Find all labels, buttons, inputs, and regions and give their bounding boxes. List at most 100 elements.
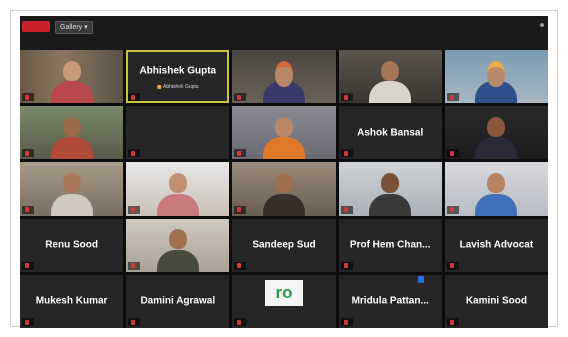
participant-tile[interactable]	[232, 106, 336, 160]
participant-name-tag	[234, 149, 247, 158]
participant-video	[126, 162, 230, 216]
participant-video	[20, 106, 124, 160]
participant-tile[interactable]: Prof Hem Chan...	[338, 218, 442, 272]
mic-off-icon	[131, 207, 136, 213]
participant-tile[interactable]: ro	[232, 274, 336, 328]
participant-display-name: Abhishek Gupta	[139, 65, 217, 77]
participant-tile[interactable]	[444, 162, 548, 216]
more-dots-icon[interactable]	[540, 23, 544, 27]
participant-tile[interactable]: Damini Agrawal	[126, 274, 230, 328]
participant-video	[338, 162, 442, 216]
participant-name-tag	[234, 261, 247, 270]
mic-off-icon	[449, 150, 454, 156]
participant-display-name: Prof Hem Chan...	[349, 239, 431, 251]
participant-name-tag	[340, 149, 353, 158]
participant-name-tag	[446, 149, 459, 158]
participant-video	[338, 50, 442, 104]
participant-name-tag	[340, 261, 353, 270]
mic-off-icon	[237, 94, 242, 100]
participant-tile[interactable]: Kamini Sood	[444, 274, 548, 328]
participant-tile[interactable]	[444, 106, 548, 160]
participant-name-tag	[128, 149, 141, 158]
participant-tile[interactable]	[232, 162, 336, 216]
participant-video	[232, 106, 336, 160]
view-switch-button[interactable]: Gallery ▾	[55, 21, 93, 34]
participant-name-tag	[22, 318, 34, 326]
participant-name-tag	[446, 205, 459, 214]
participant-name-tag	[340, 93, 353, 102]
participant-tile[interactable]: Abhishek Gupta Abhishek Gupta	[126, 50, 230, 104]
participant-name-tag	[340, 205, 353, 214]
participant-name-tag	[128, 261, 141, 270]
participant-tile[interactable]	[232, 50, 336, 104]
mic-off-icon	[25, 94, 29, 100]
zoom-meeting-window: Gallery ▾ Abhishek Gupta Abhishek Gupta As…	[20, 16, 548, 328]
participant-subtitle-text: Abhishek Gupta	[162, 84, 199, 91]
mic-off-icon	[131, 94, 136, 100]
mic-off-icon	[237, 319, 242, 325]
participant-display-name: Mridula Pattan...	[351, 295, 429, 307]
mic-off-icon	[237, 207, 242, 213]
participant-tile[interactable]: Lavish Advocat	[444, 218, 548, 272]
mic-off-icon	[343, 207, 348, 213]
recording-badge	[22, 21, 50, 32]
participant-tile[interactable]: Mukesh Kumar	[20, 274, 124, 328]
mic-off-icon	[25, 207, 29, 213]
mic-off-icon	[25, 150, 29, 156]
mic-off-icon	[343, 319, 348, 325]
participant-display-name: Mukesh Kumar	[35, 295, 108, 307]
mic-off-icon	[131, 319, 136, 325]
participant-tile[interactable]	[20, 106, 124, 160]
participant-subtitle: Abhishek Gupta	[156, 84, 199, 91]
participant-tile[interactable]: Mridula Pattan...	[338, 274, 442, 328]
ro-logo: ro	[264, 280, 303, 307]
participant-video	[126, 218, 230, 272]
participant-tile[interactable]	[126, 162, 230, 216]
participant-display-name: Sandeep Sud	[252, 239, 316, 251]
mic-off-icon	[343, 150, 348, 156]
participant-tile[interactable]	[126, 106, 230, 160]
participant-tile[interactable]: Renu Sood	[20, 218, 124, 272]
participant-name-tag	[128, 93, 141, 102]
gallery-grid: Abhishek Gupta Abhishek Gupta Ashok Bansal…	[20, 50, 548, 328]
mic-off-icon	[449, 263, 454, 269]
mic-off-icon	[237, 263, 242, 269]
participant-tile[interactable]	[20, 50, 124, 104]
participant-tile[interactable]	[444, 50, 548, 104]
participant-name-tag	[234, 318, 247, 326]
participant-display-name: Damini Agrawal	[140, 295, 216, 307]
participant-display-name: Renu Sood	[45, 239, 98, 251]
mic-off-icon	[449, 94, 454, 100]
participant-name-tag	[446, 93, 459, 102]
mic-off-icon	[131, 150, 136, 156]
participant-name-tag	[446, 261, 459, 270]
participant-video	[232, 50, 336, 104]
participant-name-tag	[22, 93, 34, 102]
participant-video	[232, 162, 336, 216]
meeting-top-bar: Gallery ▾	[20, 16, 548, 38]
participant-tile[interactable]	[126, 218, 230, 272]
participant-video	[444, 106, 548, 160]
mic-off-icon	[343, 94, 348, 100]
participant-name-tag	[22, 205, 34, 214]
participant-tile[interactable]	[20, 162, 124, 216]
mic-off-icon	[343, 263, 348, 269]
participant-tile[interactable]	[338, 50, 442, 104]
mic-off-icon	[449, 207, 454, 213]
participant-name-tag	[128, 318, 141, 326]
participant-tile[interactable]	[338, 162, 442, 216]
participant-video	[20, 162, 124, 216]
participant-video	[20, 50, 124, 104]
mic-off-icon	[25, 263, 29, 269]
participant-name-tag	[234, 93, 247, 102]
participant-name-tag	[234, 205, 247, 214]
mic-off-icon	[25, 319, 29, 325]
participant-name-tag	[22, 261, 34, 270]
hand-icon	[156, 85, 161, 90]
participant-tile[interactable]: Sandeep Sud	[232, 218, 336, 272]
participant-video	[444, 162, 548, 216]
participant-tile[interactable]: Ashok Bansal	[338, 106, 442, 160]
participant-video	[444, 50, 548, 104]
mic-off-icon	[237, 150, 242, 156]
participant-name-tag	[340, 318, 353, 326]
